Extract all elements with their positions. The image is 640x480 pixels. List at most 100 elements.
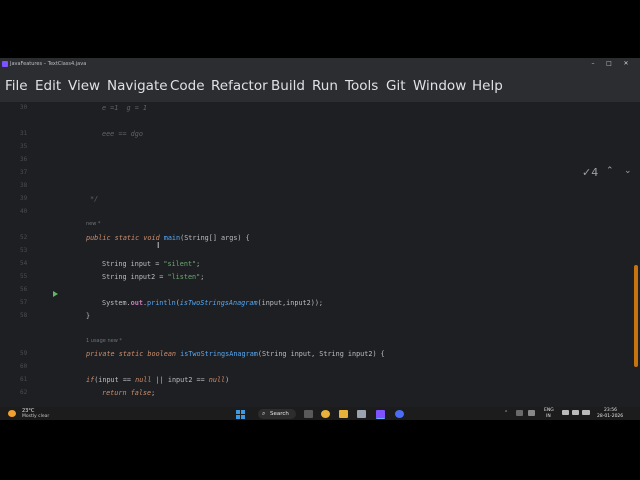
start-button[interactable] (236, 410, 245, 419)
inspection-count: 4 (591, 166, 599, 179)
intellij-app-icon (2, 61, 8, 67)
language-indicator[interactable]: ENG (544, 408, 554, 413)
code-line-main: public static void main(String[] args) { (86, 234, 250, 242)
menu-help[interactable]: Help (472, 78, 503, 94)
menu-bar: File Edit View Navigate Code Refactor Bu… (0, 70, 640, 102)
battery-icon[interactable] (582, 410, 590, 415)
line-number: 53 (20, 247, 28, 254)
file-explorer-icon[interactable] (339, 410, 348, 418)
line-number: 37 (20, 169, 28, 176)
window-title: JavaFeatures – TextClass4.java (10, 61, 87, 67)
code-text: ; (151, 389, 156, 397)
run-gutter-icon[interactable] (53, 291, 58, 297)
menu-tools[interactable]: Tools (345, 78, 378, 94)
weather-description[interactable]: Mostly clear (22, 414, 49, 419)
string-literal: "silent" (163, 260, 197, 268)
code-text: || input2 == (151, 376, 209, 384)
keyword: private static boolean (86, 350, 181, 358)
menu-refactor[interactable]: Refactor (211, 78, 268, 94)
line-number: 62 (20, 389, 28, 396)
next-highlight-icon[interactable]: ⌄ (624, 166, 632, 176)
code-text: String input2 = (102, 273, 168, 281)
inlay-hint-main[interactable]: new * (86, 221, 100, 227)
code-line-return: return false; (102, 389, 155, 397)
previous-highlight-icon[interactable]: ⌃ (606, 166, 614, 176)
line-number: 30 (20, 104, 28, 111)
menu-window[interactable]: Window (413, 78, 466, 94)
field-out: out (130, 299, 143, 307)
menu-run[interactable]: Run (312, 78, 338, 94)
line-number: 58 (20, 312, 28, 319)
line-number: 57 (20, 299, 28, 306)
show-hidden-icons-icon[interactable]: ⌃ (504, 410, 508, 416)
maximize-button[interactable]: □ (604, 60, 614, 67)
code-text: ; (196, 260, 201, 268)
task-view-icon[interactable] (304, 410, 313, 418)
title-bar: JavaFeatures – TextClass4.java – □ ✕ (0, 58, 640, 70)
inlay-hint-method[interactable]: 1 usage new * (86, 338, 122, 344)
weather-icon[interactable] (8, 410, 16, 417)
code-line-close-brace: } (86, 312, 91, 320)
wifi-icon[interactable] (562, 410, 569, 415)
code-line-if: if(input == null || input2 == null) (86, 376, 229, 384)
check-icon: ✓ (582, 166, 592, 179)
clock-time[interactable]: 23:56 (604, 408, 617, 413)
keyword-null: null (135, 376, 152, 384)
app-icon[interactable] (395, 410, 404, 418)
menu-git[interactable]: Git (386, 78, 406, 94)
code-comment-line: e =1 g = 1 (102, 104, 148, 112)
code-comment-end: */ (90, 195, 99, 203)
code-text: ; (200, 273, 205, 281)
menu-file[interactable]: File (5, 78, 28, 94)
line-number: 38 (20, 182, 28, 189)
code-text: (input,input2)); (257, 299, 324, 307)
code-line-println: System.out.println(isTwoStringsAnagram(i… (102, 299, 323, 307)
code-text: (String[] args) { (180, 234, 250, 242)
code-line-input2: String input2 = "listen"; (102, 273, 204, 281)
code-editor[interactable]: 30 31 35 36 37 38 39 40 52 53 54 55 56 5… (0, 102, 640, 407)
line-number: 56 (20, 286, 28, 293)
line-number: 61 (20, 376, 28, 383)
menu-build[interactable]: Build (271, 78, 305, 94)
code-text: (String input, String input2) { (257, 350, 385, 358)
method-name: main (163, 234, 181, 242)
tray-app-icon[interactable] (516, 410, 523, 416)
close-button[interactable]: ✕ (621, 60, 631, 67)
taskbar-search[interactable]: ⌕ Search (258, 409, 296, 419)
line-number: 54 (20, 260, 28, 267)
string-literal: "listen" (167, 273, 201, 281)
line-number: 52 (20, 234, 28, 241)
line-number: 39 (20, 195, 28, 202)
line-number: 31 (20, 130, 28, 137)
line-number: 60 (20, 363, 28, 370)
editor-scrollbar[interactable] (634, 265, 638, 367)
keyword-null: null (208, 376, 226, 384)
code-comment-line: eee == dgo (102, 130, 143, 138)
menu-view[interactable]: View (68, 78, 100, 94)
code-text: (input == (94, 376, 136, 384)
minimize-button[interactable]: – (588, 60, 598, 67)
language-region[interactable]: IN (546, 414, 551, 419)
volume-icon[interactable] (572, 410, 579, 415)
code-text: ) (225, 376, 230, 384)
menu-code[interactable]: Code (170, 78, 205, 94)
method-call: println (147, 299, 176, 307)
snipping-tool-icon[interactable] (357, 410, 366, 418)
inspection-widget[interactable]: ✓4 (582, 166, 598, 179)
line-number: 36 (20, 156, 28, 163)
code-text: System. (102, 299, 131, 307)
code-line-method-decl: private static boolean isTwoStringsAnagr… (86, 350, 385, 358)
menu-edit[interactable]: Edit (35, 78, 61, 94)
line-number: 59 (20, 350, 28, 357)
code-text: String input = (102, 260, 164, 268)
screen: JavaFeatures – TextClass4.java – □ ✕ Fil… (0, 58, 640, 420)
windows-taskbar: 23°C Mostly clear ⌕ Search ⌃ ENG IN 23:5… (0, 407, 640, 420)
tray-app-icon[interactable] (528, 410, 535, 416)
intellij-taskbar-icon[interactable] (376, 410, 385, 419)
menu-navigate[interactable]: Navigate (107, 78, 168, 94)
keyword: public static void (86, 234, 164, 242)
chrome-icon[interactable] (321, 410, 330, 418)
clock-date[interactable]: 28-01-2026 (597, 414, 623, 419)
search-label: Search (270, 410, 289, 417)
static-method-call: isTwoStringsAnagram (179, 299, 258, 307)
